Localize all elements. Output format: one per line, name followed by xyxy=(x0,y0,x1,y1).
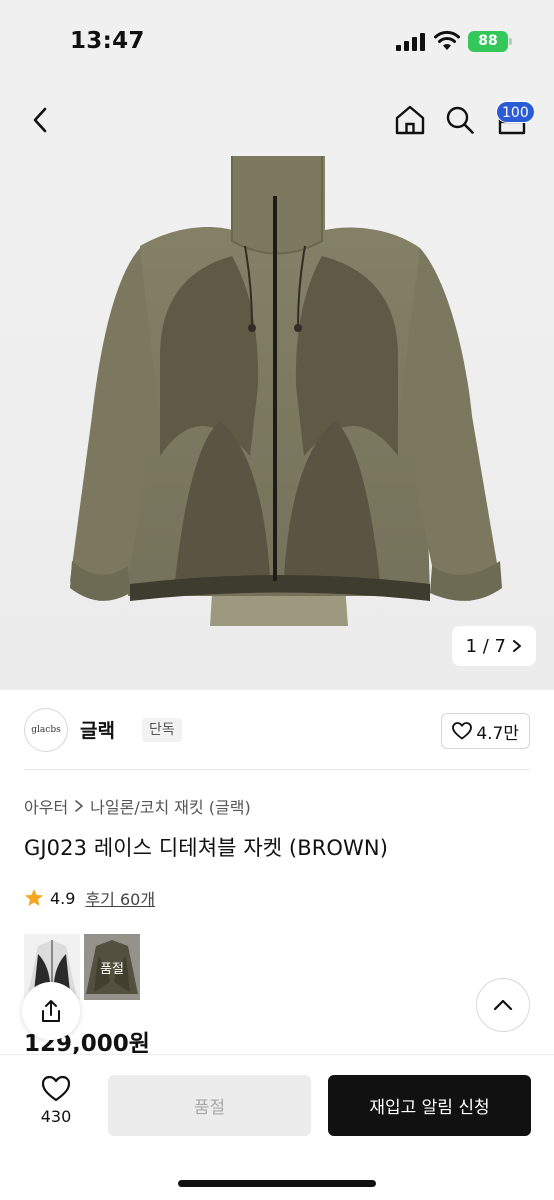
brand-like-button[interactable]: 4.7만 xyxy=(441,713,530,749)
image-page-counter[interactable]: 1 / 7 xyxy=(451,626,536,666)
heart-icon xyxy=(41,1075,71,1102)
status-bar: 13:47 88 xyxy=(0,0,554,84)
rating-value: 4.9 xyxy=(50,888,76,908)
home-indicator xyxy=(178,1180,376,1187)
back-button[interactable] xyxy=(22,102,58,138)
search-button[interactable] xyxy=(442,102,478,138)
scroll-to-top-button[interactable] xyxy=(476,978,530,1032)
chevron-left-icon xyxy=(33,107,47,133)
star-icon xyxy=(25,889,43,906)
product-title: GJ023 레이스 디테쳐블 자켓 (BROWN) xyxy=(24,836,389,860)
share-button[interactable] xyxy=(22,982,80,1040)
battery-icon: 88 xyxy=(468,31,512,52)
brand-logo[interactable]: glacbs xyxy=(24,708,68,752)
chevron-up-icon xyxy=(493,999,513,1011)
brand-row: glacbs 글랙 단독 4.7만 xyxy=(24,706,530,754)
search-icon xyxy=(446,106,474,134)
exclusive-badge: 단독 xyxy=(142,718,182,742)
rating-row: 4.9 후기 60개 xyxy=(24,886,155,910)
image-counter-text: 1 / 7 xyxy=(465,635,506,657)
home-icon xyxy=(395,105,425,135)
brand-name[interactable]: 글랙 xyxy=(80,716,115,743)
cellular-signal-icon xyxy=(396,33,426,51)
home-button[interactable] xyxy=(392,102,428,138)
swatch-soldout-label: 품절 xyxy=(84,934,140,1000)
breadcrumb-category[interactable]: 아우터 xyxy=(24,794,68,818)
brand-like-count: 4.7만 xyxy=(476,723,519,744)
status-time: 13:47 xyxy=(70,28,145,54)
product-image-gallery[interactable]: 1 / 7 xyxy=(0,156,554,690)
wishlist-button[interactable]: 430 xyxy=(28,1075,84,1139)
product-image xyxy=(70,156,502,626)
brand-logo-text: glacbs xyxy=(31,725,61,735)
soldout-button[interactable]: 품절 xyxy=(108,1075,311,1136)
bottom-action-bar: 430 품절 재입고 알림 신청 xyxy=(0,1054,554,1200)
restock-alert-button[interactable]: 재입고 알림 신청 xyxy=(328,1075,531,1136)
cart-count-badge: 100 xyxy=(496,101,535,123)
top-nav xyxy=(0,84,554,156)
chevron-right-icon xyxy=(75,800,83,812)
wifi-icon xyxy=(434,30,460,50)
review-count-link[interactable]: 후기 60개 xyxy=(85,886,155,910)
breadcrumb: 아우터 나일론/코치 재킷 (글랙) xyxy=(24,794,251,818)
chevron-right-icon xyxy=(513,640,521,652)
heart-icon xyxy=(452,722,473,740)
divider xyxy=(24,769,530,770)
wishlist-count: 430 xyxy=(40,1107,72,1126)
share-icon xyxy=(42,1000,60,1022)
color-swatch-selected[interactable]: 품절 xyxy=(84,934,140,1000)
breadcrumb-subcategory[interactable]: 나일론/코치 재킷 (글랙) xyxy=(90,794,251,818)
